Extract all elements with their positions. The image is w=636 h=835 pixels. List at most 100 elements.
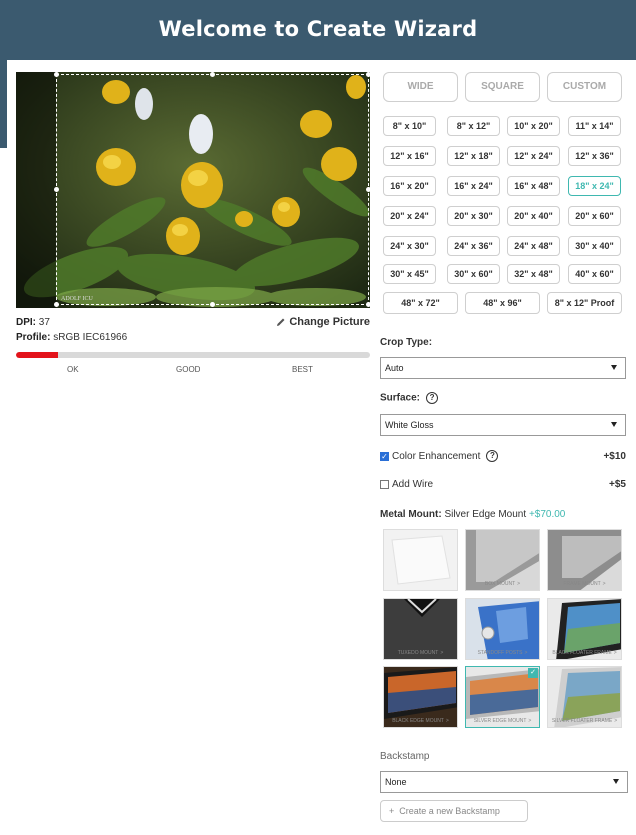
size-option[interactable]: 20" x 40" [507,206,560,226]
mount-caption: TUXEDO MOUNT > [384,650,457,656]
mount-option[interactable]: SILVER FLOATER FRAME > [547,666,622,728]
metal-mount-price: +$70.00 [528,509,566,520]
crop-handle[interactable] [366,72,371,77]
size-option[interactable]: 12" x 36" [568,146,621,166]
mount-caption-text: BLACK FLOATER FRAME [552,650,612,656]
mount-option[interactable]: BOX MOUNT > [465,529,540,591]
size-option[interactable]: 16" x 24" [447,176,500,196]
size-option[interactable]: 16" x 48" [507,176,560,196]
crop-handle[interactable] [366,302,371,307]
profile-label: Profile: [16,332,51,343]
mount-thumbnail [384,530,457,590]
crop-handle[interactable] [210,72,215,77]
option-add-wire[interactable]: Add Wire +$5 [380,479,626,490]
size-option[interactable]: 48" x 96" [465,292,540,314]
size-option[interactable]: 10" x 20" [507,116,560,136]
crop-handle[interactable] [54,302,59,307]
metal-mount-value: Silver Edge Mount [444,509,527,520]
size-option[interactable]: 20" x 60" [568,206,621,226]
crop-type-select[interactable]: Auto [380,357,626,379]
caret-down-icon [613,779,619,784]
crop-handle[interactable] [210,302,215,307]
chevron-right-icon: > [613,650,617,656]
dpi-info: DPI: 37 [16,317,50,328]
mount-caption-text: SILVER EDGE MOUNT [473,718,527,724]
size-option[interactable]: 32" x 48" [507,264,560,284]
mount-caption: BLACK FLOATER FRAME > [548,650,621,656]
quality-label-good: GOOD [176,365,201,374]
size-option[interactable]: 12" x 24" [507,146,560,166]
chevron-right-icon: > [528,718,532,724]
surface-label: Surface: [380,392,421,404]
option-color-enhancement[interactable]: ✓ Color Enhancement ? +$10 [380,450,626,462]
size-option[interactable]: 24" x 30" [383,236,436,256]
size-option[interactable]: 11" x 14" [568,116,621,136]
size-option[interactable]: 48" x 72" [383,292,458,314]
mount-option[interactable] [383,529,458,591]
size-option[interactable]: 12" x 16" [383,146,436,166]
mount-caption: BLACK EDGE MOUNT > [384,718,457,724]
color-enhancement-price: +$10 [603,450,626,462]
quality-bar [16,352,370,358]
mount-option[interactable]: STANDOFF POSTS > [465,598,540,660]
crop-handle[interactable] [366,187,371,192]
create-backstamp-button[interactable]: + Create a new Backstamp [380,800,528,822]
mount-option[interactable]: BLACK FLOATER FRAME > [547,598,622,660]
chevron-right-icon: > [517,581,521,587]
photo-watermark: ADOLF ICU [61,296,93,302]
add-wire-checkbox[interactable] [380,480,389,489]
page-title: Welcome to Create Wizard [158,17,478,41]
check-icon: ✓ [528,668,538,678]
crop-handle[interactable] [54,72,59,77]
mount-option[interactable]: TUXEDO MOUNT > [383,598,458,660]
surface-value: White Gloss [385,420,434,430]
change-picture-button[interactable]: Change Picture [276,316,370,328]
chevron-right-icon: > [440,650,444,656]
chevron-right-icon: > [445,718,449,724]
color-enhancement-label: Color Enhancement [392,450,481,462]
backstamp-select[interactable]: None [380,771,628,793]
mount-option[interactable]: BLACK EDGE MOUNT > [383,666,458,728]
mount-caption: FRAME MOUNT > [548,581,621,587]
crop-shade [16,72,56,308]
profile-value: sRGB IEC61966 [53,332,128,343]
crop-frame[interactable]: ADOLF ICU [54,72,371,307]
size-option[interactable]: 30" x 40" [568,236,621,256]
help-icon[interactable]: ? [426,392,439,404]
plus-icon: + [389,806,395,816]
quality-label-ok: OK [67,365,79,374]
size-option[interactable]: 24" x 36" [447,236,500,256]
mount-option[interactable]: FRAME MOUNT > [547,529,622,591]
color-enhancement-checkbox[interactable]: ✓ [380,451,389,461]
size-option[interactable]: 8" x 10" [383,116,436,136]
size-option[interactable]: 30" x 60" [447,264,500,284]
caret-down-icon [611,422,617,427]
tab-custom[interactable]: CUSTOM [547,72,622,102]
tab-wide[interactable]: WIDE [383,72,458,102]
mount-caption-text: SILVER FLOATER FRAME [551,718,613,724]
tab-square[interactable]: SQUARE [465,72,540,102]
mount-caption-text: TUXEDO MOUNT [397,650,439,656]
crop-type-value: Auto [385,363,404,373]
mount-caption-text: BOX MOUNT [484,581,516,587]
metal-mount-label: Metal Mount: [380,509,442,520]
size-option[interactable]: 20" x 30" [447,206,500,226]
surface-select[interactable]: White Gloss [380,414,626,436]
size-option[interactable]: 12" x 18" [447,146,500,166]
backstamp-label: Backstamp [380,751,430,762]
size-option[interactable]: 24" x 48" [507,236,560,256]
create-backstamp-label: Create a new Backstamp [399,806,500,816]
size-option[interactable]: 20" x 24" [383,206,436,226]
help-icon[interactable]: ? [486,450,499,462]
size-option[interactable]: 16" x 20" [383,176,436,196]
quality-label-best: BEST [292,365,313,374]
size-option[interactable]: 8" x 12" Proof [547,292,622,314]
size-option[interactable]: 40" x 60" [568,264,621,284]
size-option[interactable]: 18" x 24" [568,176,621,196]
size-option[interactable]: 8" x 12" [447,116,500,136]
mount-option[interactable]: SILVER EDGE MOUNT > ✓ [465,666,540,728]
dpi-value: 37 [38,317,50,328]
crop-handle[interactable] [54,187,59,192]
mount-caption: SILVER EDGE MOUNT > [466,718,539,724]
size-option[interactable]: 30" x 45" [383,264,436,284]
